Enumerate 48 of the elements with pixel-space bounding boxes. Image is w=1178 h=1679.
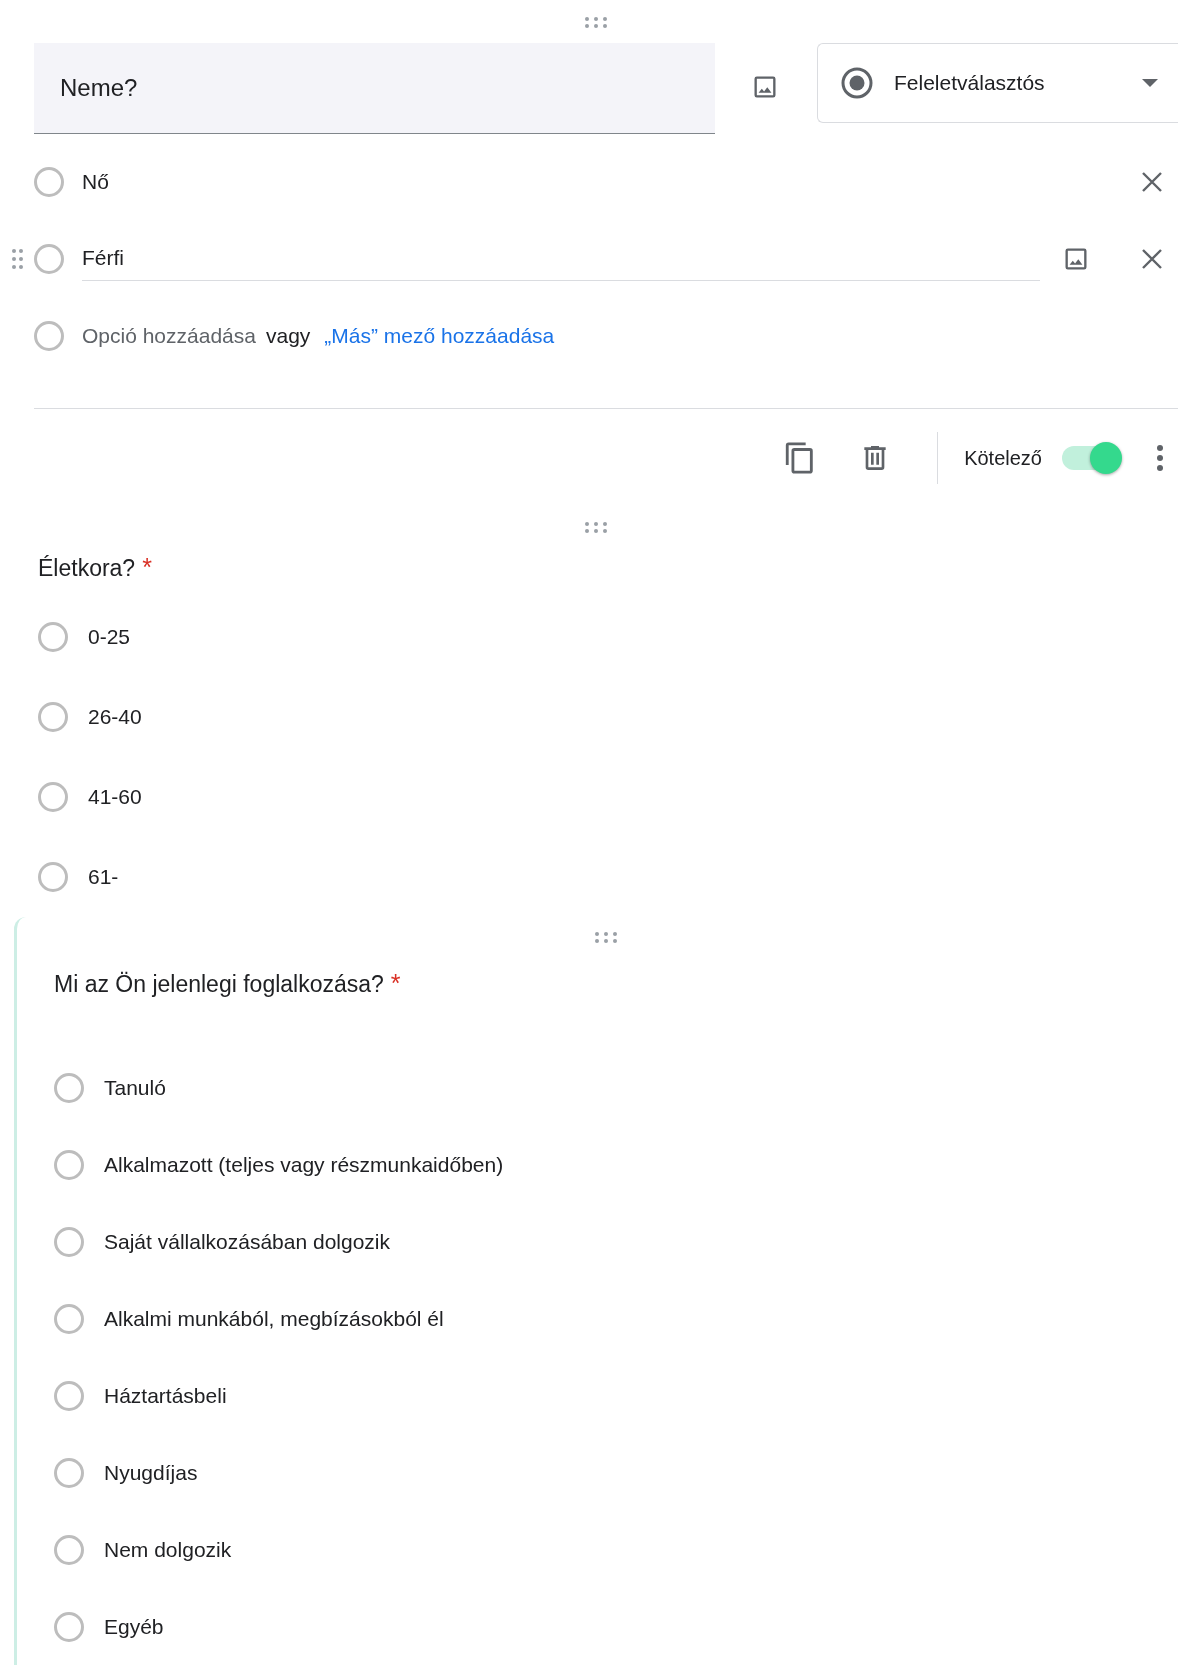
radio-button-icon bbox=[840, 66, 874, 100]
radio-button[interactable] bbox=[38, 622, 68, 652]
more-icon[interactable] bbox=[1156, 444, 1164, 472]
option-label: Nem dolgozik bbox=[104, 1537, 232, 1562]
option-label: 41-60 bbox=[88, 785, 142, 809]
close-icon[interactable] bbox=[1140, 169, 1164, 194]
option-field[interactable]: Férfi bbox=[82, 236, 1040, 281]
required-asterisk: * bbox=[390, 971, 401, 996]
option-label: 61- bbox=[88, 865, 119, 889]
option-label: 0-25 bbox=[88, 625, 131, 649]
option-label: Háztartásbeli bbox=[104, 1383, 227, 1408]
separator-text: vagy bbox=[265, 323, 311, 348]
option-label: Saját vállalkozásában dolgozik bbox=[104, 1229, 390, 1254]
radio-button[interactable] bbox=[54, 1380, 84, 1411]
question-title: Mi az Ön jelenlegi foglalkozása? bbox=[54, 971, 384, 998]
radio-button[interactable] bbox=[54, 1226, 84, 1257]
option-label: Alkalmi munkából, megbízásokból él bbox=[104, 1306, 444, 1331]
radio-button[interactable] bbox=[38, 782, 68, 812]
option-label: Tanuló bbox=[104, 1075, 166, 1100]
required-asterisk: * bbox=[142, 555, 152, 580]
radio-button[interactable] bbox=[54, 1457, 84, 1488]
drag-handle-icon[interactable] bbox=[584, 521, 608, 533]
radio-button[interactable] bbox=[38, 702, 68, 732]
radio-button[interactable] bbox=[34, 166, 64, 197]
drag-handle-icon[interactable] bbox=[584, 15, 608, 28]
caret-icon bbox=[1142, 79, 1158, 87]
radio-button[interactable] bbox=[54, 1149, 84, 1180]
question-title: Életkora? bbox=[38, 555, 136, 582]
add-other-link[interactable]: „Más” mező hozzáadása bbox=[324, 323, 555, 348]
option-field[interactable]: Nő bbox=[82, 159, 1040, 204]
option-label: Alkalmazott (teljes vagy részmunkaidőben) bbox=[104, 1152, 504, 1177]
drag-handle-icon[interactable] bbox=[594, 931, 618, 943]
option-label: Nyugdíjas bbox=[104, 1460, 198, 1485]
radio-button[interactable] bbox=[34, 243, 64, 274]
radio-button[interactable] bbox=[54, 1534, 84, 1565]
drag-handle-icon[interactable] bbox=[11, 247, 23, 270]
radio-button[interactable] bbox=[54, 1611, 84, 1642]
radio-button[interactable] bbox=[54, 1072, 84, 1103]
question-type-dropdown[interactable]: Feleletválasztós bbox=[817, 43, 1178, 123]
option-label: 26-40 bbox=[88, 705, 142, 729]
radio-button[interactable] bbox=[34, 320, 64, 351]
close-icon[interactable] bbox=[1140, 246, 1164, 271]
radio-button[interactable] bbox=[38, 862, 68, 892]
add-option-placeholder[interactable]: Opció hozzáadása bbox=[82, 323, 256, 348]
option-label: Egyéb bbox=[104, 1614, 164, 1639]
radio-button[interactable] bbox=[54, 1303, 84, 1334]
required-label: Kötelező bbox=[964, 446, 1042, 470]
question-title-field[interactable]: Neme? bbox=[34, 43, 715, 134]
